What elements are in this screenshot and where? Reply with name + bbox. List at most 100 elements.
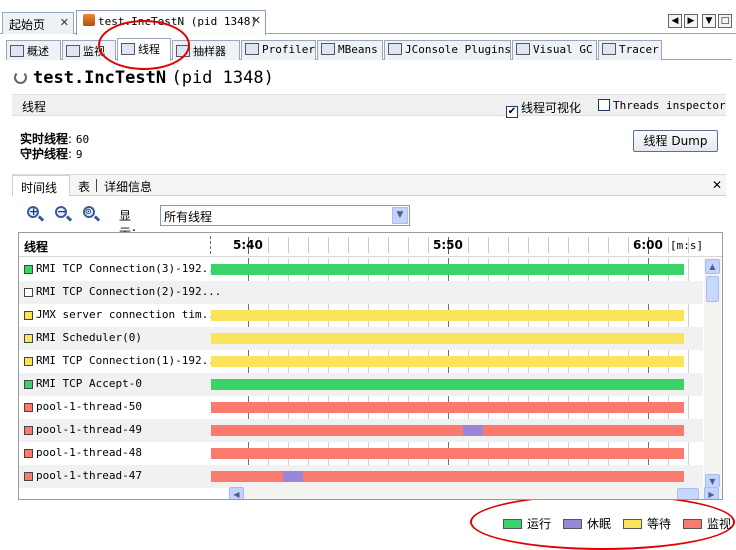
legend-item: 等待 — [623, 515, 671, 532]
thread-name: JMX server connection tim... — [36, 308, 222, 321]
tab-visual-gc[interactable]: Visual GC — [512, 40, 597, 60]
tab-tracer[interactable]: Tracer — [598, 40, 662, 60]
thread-rows: RMI TCP Connection(3)-192... RMI TCP Conn… — [19, 258, 703, 490]
tab-details[interactable]: 详细信息 — [96, 175, 160, 196]
view-tabbar: 概述 监视 线程 抽样器 Profiler MBeans JConsole Pl… — [6, 38, 732, 61]
legend-item: 休眠 — [563, 515, 611, 532]
tab-label: Profiler — [262, 43, 315, 56]
window-controls: ◀ ▶ ▼ □ — [666, 12, 732, 28]
inspector-checkbox[interactable]: Threads inspector — [598, 99, 726, 112]
vertical-scrollbar[interactable]: ▲ ▼ — [704, 258, 721, 490]
tab-label: Tracer — [619, 43, 659, 56]
zoom-fit-icon[interactable]: ⊙ — [82, 205, 101, 223]
thread-state-bar — [482, 425, 684, 436]
thread-name: pool-1-thread-50 — [36, 400, 142, 413]
tab-table[interactable]: 表 — [70, 175, 98, 196]
tab-threads[interactable]: 线程 — [117, 38, 171, 61]
thread-dump-button[interactable]: 线程 Dump — [633, 130, 718, 152]
thread-name: RMI TCP Accept-0 — [36, 377, 142, 390]
scroll-up-icon[interactable]: ▲ — [705, 259, 720, 274]
close-icon[interactable]: ✕ — [712, 178, 722, 192]
tab-label: 概述 — [27, 45, 49, 58]
close-icon[interactable]: ✕ — [60, 16, 69, 29]
zoom-out-icon[interactable]: − — [54, 205, 73, 223]
thread-row[interactable]: RMI TCP Accept-0 — [19, 373, 703, 396]
dropdown-icon[interactable]: ▼ — [702, 14, 716, 28]
scroll-left-icon[interactable]: ◀ — [668, 14, 682, 28]
legend-label: 等待 — [647, 517, 672, 531]
thread-state-bar — [211, 264, 684, 275]
horizontal-scrollbar[interactable]: ◀ ▶ — [228, 487, 722, 499]
tab-profiler[interactable]: Profiler — [241, 40, 316, 60]
thread-row[interactable]: JMX server connection tim... — [19, 304, 703, 327]
scroll-thumb[interactable] — [706, 276, 719, 302]
tab-start-page[interactable]: 起始页 ✕ — [2, 12, 74, 34]
thread-row[interactable]: RMI TCP Connection(3)-192... — [19, 258, 703, 281]
thread-state-swatch — [24, 311, 33, 320]
app-pid: (pid 1348) — [171, 68, 274, 88]
tab-label: MBeans — [338, 43, 378, 56]
thread-state-swatch — [24, 403, 33, 412]
scroll-right-icon[interactable]: ▶ — [704, 487, 719, 499]
minor-tick — [468, 237, 469, 253]
tab-monitor[interactable]: 监视 — [62, 40, 116, 60]
tab-sampler[interactable]: 抽样器 — [172, 40, 240, 60]
thread-name: pool-1-thread-48 — [36, 446, 142, 459]
maximize-icon[interactable]: □ — [718, 14, 732, 28]
section-title: 线程 — [22, 100, 47, 114]
thread-row[interactable]: RMI Scheduler(0) — [19, 327, 703, 350]
tab-label: JConsole Plugins — [405, 43, 511, 56]
timeline-header: 线程 5:40 5:50 6:00 [m:s] — [19, 233, 722, 257]
thread-row[interactable]: pool-1-thread-48 — [19, 442, 703, 465]
minor-tick — [508, 237, 509, 253]
legend-label: 监视 — [707, 517, 732, 531]
tab-jconsole-plugins[interactable]: JConsole Plugins — [384, 40, 511, 60]
visualgc-icon — [516, 43, 530, 55]
minor-tick — [408, 237, 409, 253]
column-divider[interactable] — [210, 236, 211, 254]
scroll-right-icon[interactable]: ▶ — [684, 14, 698, 28]
scroll-left-icon[interactable]: ◀ — [229, 487, 244, 499]
minor-tick — [488, 237, 489, 253]
thread-state-bar — [211, 425, 463, 436]
visualize-checkbox[interactable]: ✔ 线程可视化 — [506, 99, 581, 118]
thread-state-bar — [211, 333, 684, 344]
tab-mbeans[interactable]: MBeans — [317, 40, 383, 60]
daemon-threads-label: 守护线程 — [20, 147, 69, 161]
minor-tick — [428, 237, 429, 253]
legend-item: 监视 — [683, 515, 731, 532]
minor-tick — [328, 237, 329, 253]
tab-label: 抽样器 — [193, 45, 226, 58]
app-name: test.IncTestN — [33, 68, 167, 88]
threads-icon — [121, 43, 135, 55]
legend-swatch — [563, 519, 583, 529]
minor-tick — [308, 237, 309, 253]
tab-overview[interactable]: 概述 — [6, 40, 61, 60]
threads-section-bar: 线程 ✔ 线程可视化 Threads inspector — [12, 94, 726, 118]
tab-application[interactable]: test.IncTestN (pid 1348) ✕ — [76, 10, 266, 35]
thread-state-swatch — [24, 449, 33, 458]
legend-item: 运行 — [503, 515, 551, 532]
thread-row[interactable]: RMI TCP Connection(2)-192... — [19, 281, 703, 304]
thread-name: pool-1-thread-49 — [36, 423, 142, 436]
minor-tick — [388, 237, 389, 253]
legend-label: 运行 — [527, 517, 552, 531]
thread-filter-select[interactable]: 所有线程 ▼ — [160, 205, 410, 226]
close-icon[interactable]: ✕ — [252, 14, 261, 27]
thread-name: pool-1-thread-47 — [36, 469, 142, 482]
zoom-in-icon[interactable]: + — [26, 205, 45, 223]
thread-row[interactable]: pool-1-thread-50 — [19, 396, 703, 419]
tab-label: 线程 — [138, 43, 160, 56]
thread-row[interactable]: pool-1-thread-49 — [19, 419, 703, 442]
thread-state-bar — [211, 471, 283, 482]
display-mode-tabs: 时间线 表 详细信息 ✕ — [12, 174, 726, 196]
thread-row[interactable]: RMI TCP Connection(1)-192... — [19, 350, 703, 373]
thread-row[interactable]: pool-1-thread-47 — [19, 465, 703, 488]
thread-name: RMI Scheduler(0) — [36, 331, 142, 344]
page-title: test.IncTestN (pid 1348) — [14, 68, 274, 88]
minor-tick — [368, 237, 369, 253]
scroll-thumb[interactable] — [677, 488, 699, 499]
tab-timeline[interactable]: 时间线 — [12, 175, 70, 196]
tab-label: test.IncTestN (pid 1348) — [98, 15, 257, 28]
minor-tick — [528, 237, 529, 253]
